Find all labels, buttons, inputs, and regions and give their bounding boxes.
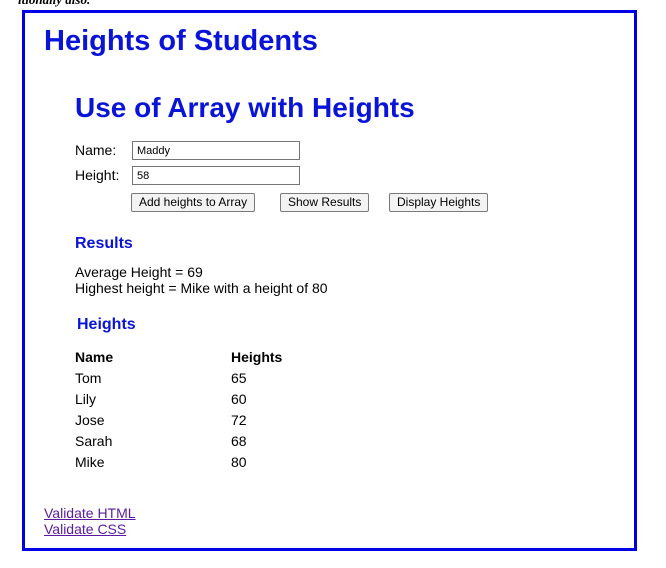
table-row: Lily 60 [75, 388, 282, 409]
student-name: Jose [75, 411, 105, 428]
student-name: Tom [75, 369, 102, 386]
student-height: 80 [231, 453, 247, 470]
student-name: Lily [75, 390, 97, 407]
height-label: Height: [75, 167, 120, 183]
section-title: Use of Array with Heights [75, 92, 415, 123]
highest-height-text: Highest height = Mike with a height of 8… [75, 280, 328, 296]
table-row: Jose 72 [75, 409, 282, 430]
average-height-text: Average Height = 69 [75, 264, 203, 280]
show-results-button[interactable]: Show Results [280, 193, 370, 212]
student-height: 65 [231, 369, 247, 386]
column-header-heights: Heights [231, 348, 283, 365]
results-heading: Results [75, 235, 133, 252]
validate-html-link[interactable]: Validate HTML [44, 505, 136, 521]
table-row: Sarah 68 [75, 430, 282, 451]
student-name: Sarah [75, 432, 113, 449]
table-row: Mike 80 [75, 451, 282, 472]
page-title: Heights of Students [44, 25, 318, 57]
student-height: 60 [231, 390, 247, 407]
name-input[interactable] [132, 141, 300, 160]
student-name: Mike [75, 453, 105, 470]
heights-table: Name Heights Tom 65 Lily 60 Jose 72 Sara… [75, 346, 282, 472]
add-heights-button[interactable]: Add heights to Array [131, 193, 256, 212]
table-row: Tom 65 [75, 367, 282, 388]
height-input[interactable] [132, 166, 300, 185]
table-header-row: Name Heights [75, 346, 282, 367]
column-header-name: Name [75, 348, 114, 365]
page-frame: Heights of Students Use of Array with He… [22, 10, 637, 551]
student-height: 72 [231, 411, 247, 428]
display-heights-button[interactable]: Display Heights [389, 193, 489, 212]
heights-heading: Heights [77, 316, 136, 333]
cropped-top-text: itionally also. [18, 0, 90, 8]
student-height: 68 [231, 432, 247, 449]
name-label: Name: [75, 142, 117, 158]
validate-css-link[interactable]: Validate CSS [44, 521, 126, 537]
